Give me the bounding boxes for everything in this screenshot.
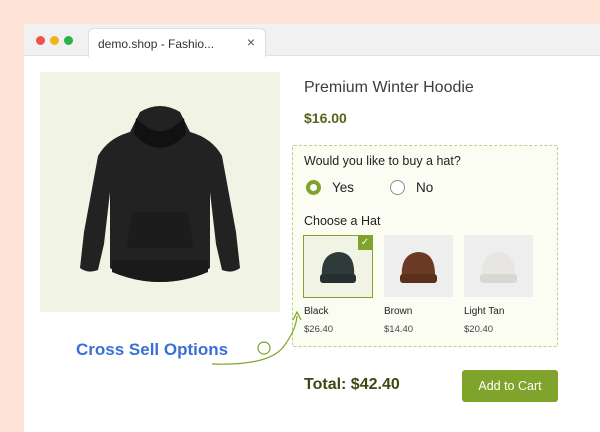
hoodie-icon — [80, 106, 240, 282]
browser-titlebar: demo.shop - Fashio... × — [24, 24, 600, 57]
tab-title: demo.shop - Fashio... — [98, 37, 215, 51]
choose-hat-label: Choose a Hat — [304, 214, 381, 228]
hat-price-brown: $14.40 — [384, 324, 414, 335]
radio-no[interactable] — [390, 180, 405, 195]
annotation-arrow-icon — [211, 310, 302, 365]
close-window-button[interactable] — [36, 36, 45, 45]
close-tab-icon[interactable]: × — [247, 35, 255, 49]
maximize-window-button[interactable] — [64, 36, 73, 45]
minimize-window-button[interactable] — [50, 36, 59, 45]
hat-name-brown: Brown — [384, 306, 413, 317]
selected-check-icon: ✓ — [358, 236, 372, 250]
hat-option-light-tan[interactable] — [464, 235, 533, 297]
light-tan-hat-icon — [480, 252, 517, 283]
hat-price-light-tan: $20.40 — [464, 324, 494, 335]
add-to-cart-button[interactable]: Add to Cart — [462, 370, 558, 402]
hat-option-brown[interactable] — [384, 235, 453, 297]
radio-no-label[interactable]: No — [416, 180, 433, 195]
hat-name-light-tan: Light Tan — [464, 306, 505, 317]
product-title: Premium Winter Hoodie — [304, 79, 474, 96]
product-price: $16.00 — [304, 110, 347, 126]
total-price: Total: $42.40 — [304, 376, 400, 393]
radio-yes-label[interactable]: Yes — [332, 180, 354, 195]
browser-tab[interactable]: demo.shop - Fashio... × — [88, 28, 266, 57]
hat-option-black[interactable]: ✓ — [303, 235, 373, 298]
radio-yes[interactable] — [306, 180, 321, 195]
hat-question: Would you like to buy a hat? — [304, 154, 461, 168]
product-image — [40, 72, 280, 312]
brown-hat-icon — [400, 252, 437, 283]
